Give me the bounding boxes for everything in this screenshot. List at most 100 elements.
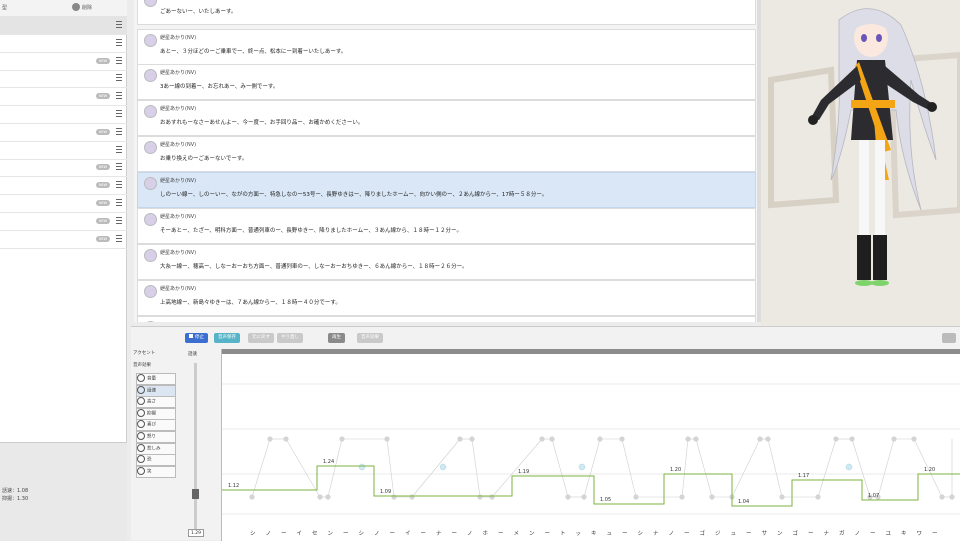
phoneme-label[interactable]: ッ <box>576 529 582 537</box>
phoneme-label[interactable]: ー <box>498 529 504 537</box>
phoneme-label[interactable]: ー <box>870 529 876 537</box>
stop-button[interactable]: 停止 <box>185 333 208 343</box>
menu-lines-icon[interactable] <box>116 216 122 224</box>
message-item[interactable]: 紲星あかり(NV) 3あー線の到着ー、お忘れあー、みー側でーす。 <box>137 64 756 100</box>
delete-icon[interactable] <box>72 3 80 11</box>
message-text[interactable]: 大糸ー線ー、穂高ー、しなーおーおち方面ー、普通列車のー、しなーおーおちゆきー、６… <box>160 262 468 270</box>
effect-item[interactable]: 怒り <box>136 431 176 443</box>
menu-lines-icon[interactable] <box>116 21 122 28</box>
accent-tab[interactable]: アクセント <box>133 349 175 359</box>
phoneme-label[interactable]: ー <box>390 529 396 537</box>
preset-row[interactable]: NEW <box>0 87 127 107</box>
effect-item[interactable]: 悲しみ <box>136 442 176 455</box>
phoneme-label[interactable]: サ <box>762 529 768 537</box>
message-item[interactable]: 紲星あかり(NV) ごあーないー、いたしあーす。 <box>137 0 756 25</box>
phoneme-label[interactable]: ー <box>545 529 551 537</box>
menu-lines-icon[interactable] <box>116 110 122 117</box>
phoneme-label[interactable]: ー <box>622 529 628 537</box>
preset-row[interactable]: NEW <box>0 158 127 178</box>
play-button[interactable]: 再生 <box>328 333 345 343</box>
phoneme-label[interactable]: シ <box>638 529 644 537</box>
preset-row[interactable]: NEW <box>0 230 127 249</box>
phoneme-label[interactable]: セ <box>312 529 318 537</box>
message-item[interactable] <box>137 316 756 322</box>
menu-lines-icon[interactable] <box>116 74 122 82</box>
menu-lines-icon[interactable] <box>116 163 122 171</box>
menu-lines-icon[interactable] <box>116 92 122 100</box>
message-text[interactable]: あとー、３分ほどのーご乗車でー、終ー点、松本にー到着ーいたしあーす。 <box>160 47 346 55</box>
message-text[interactable]: 3あー線の到着ー、お忘れあー、みー側でーす。 <box>160 82 278 90</box>
phoneme-label[interactable]: ー <box>808 529 814 537</box>
delete-label[interactable]: 削除 <box>82 4 92 11</box>
message-item[interactable]: 紲星あかり(NV) あとー、３分ほどのーご乗車でー、終ー点、松本にー到着ーいたしあ… <box>137 29 756 65</box>
phoneme-label[interactable]: ー <box>281 529 287 537</box>
message-text[interactable]: そーあとー、たざー、明科方面ー、普通列車のー、長野ゆきー、降りましたホームー、３… <box>160 226 462 234</box>
effect-item[interactable]: 音量 <box>136 373 176 385</box>
message-text[interactable]: ごあーないー、いたしあーす。 <box>160 7 236 15</box>
phoneme-label[interactable]: ュ <box>731 529 737 537</box>
effect-item[interactable]: 喜び <box>136 419 176 432</box>
preset-row[interactable] <box>0 69 127 89</box>
phoneme-label[interactable]: ナ <box>824 529 830 537</box>
preset-row[interactable] <box>0 16 127 35</box>
menu-lines-icon[interactable] <box>116 145 122 153</box>
save-audio-button[interactable]: 音声保存 <box>214 333 240 343</box>
phoneme-label[interactable]: ー <box>421 529 427 537</box>
preset-row[interactable]: NEW <box>0 212 127 231</box>
phoneme-label[interactable]: ン <box>529 529 535 537</box>
effect-item[interactable]: 高さ <box>136 396 176 409</box>
message-item[interactable]: 紲星あかり(NV) 上高地線ー、新島々ゆきーは、７あん線からー、１８時ー４０分でー… <box>137 280 756 316</box>
phoneme-label[interactable]: ー <box>684 529 690 537</box>
phoneme-label[interactable]: ー <box>452 529 458 537</box>
menu-lines-icon[interactable] <box>116 199 122 206</box>
menu-lines-icon[interactable] <box>116 127 122 135</box>
preset-row[interactable] <box>0 105 127 124</box>
phoneme-label[interactable]: シ <box>250 529 256 537</box>
message-item[interactable]: 紲星あかり(NV) 大糸ー線ー、穂高ー、しなーおーおち方面ー、普通列車のー、しなー… <box>137 244 756 280</box>
phoneme-label[interactable]: キ <box>901 529 907 537</box>
phoneme-label[interactable]: イ <box>405 529 411 537</box>
phoneme-label[interactable]: ナ <box>436 529 442 537</box>
effect-item[interactable]: 抑揚 <box>136 407 176 420</box>
preset-row[interactable]: NEW <box>0 194 127 213</box>
message-text[interactable]: お乗り換えのーごあーないでーす。 <box>160 154 247 162</box>
preset-row[interactable]: NEW <box>0 52 127 71</box>
phoneme-label[interactable]: ノ <box>374 529 380 537</box>
phoneme-label[interactable]: ノ <box>669 529 675 537</box>
phoneme-label[interactable]: イ <box>297 529 303 537</box>
phoneme-label[interactable]: ー <box>343 529 349 537</box>
phoneme-label[interactable]: ュ <box>607 529 613 537</box>
voice-effect-tab[interactable]: 音声効果 <box>133 361 175 371</box>
phoneme-label[interactable]: ジ <box>715 529 721 537</box>
message-text[interactable]: しのーい線ー、しのーいー、ながの方面ー、特急しなのー53号ー、長野ゆきはー、降り… <box>160 190 547 198</box>
menu-lines-icon[interactable] <box>116 56 122 64</box>
phoneme-label[interactable]: ン <box>328 529 334 537</box>
graph-canvas[interactable]: 1.12 1.24 1.09 1.19 1.05 1.20 1.04 1.17 1.07 1.20 <box>222 354 960 532</box>
phoneme-label[interactable]: ノ <box>855 529 861 537</box>
speed-value-field[interactable]: 1.29 <box>188 529 204 537</box>
phoneme-label[interactable]: ユ <box>886 529 892 537</box>
preset-row[interactable] <box>0 141 127 160</box>
phoneme-label[interactable]: ナ <box>653 529 659 537</box>
pitch-graph[interactable]: 1.12 1.24 1.09 1.19 1.05 1.20 1.04 1.17 1.07 1.20… <box>221 349 960 541</box>
phoneme-label[interactable]: ゴ <box>700 529 706 537</box>
message-item[interactable]: 紲星あかり(NV) おあすれもーなさーあせんよー、今ー度ー、お手回り品ー、お確かめ… <box>137 100 756 136</box>
phoneme-label[interactable]: ワ <box>917 529 923 537</box>
message-item[interactable]: 紲星あかり(NV) しのーい線ー、しのーいー、ながの方面ー、特急しなのー53号ー、… <box>137 172 756 208</box>
panel-toggle-button[interactable] <box>942 333 956 343</box>
menu-lines-icon[interactable] <box>116 38 122 46</box>
preset-row[interactable]: NEW <box>0 123 127 142</box>
preset-row[interactable]: NEW <box>0 176 127 196</box>
phoneme-label[interactable]: ー <box>932 529 938 537</box>
speed-slider-track[interactable] <box>194 363 197 529</box>
message-item[interactable]: 紲星あかり(NV) そーあとー、たざー、明科方面ー、普通列車のー、長野ゆきー、降り… <box>137 208 756 244</box>
menu-lines-icon[interactable] <box>116 181 122 189</box>
phoneme-label[interactable]: キ <box>591 529 597 537</box>
phoneme-label[interactable]: ン <box>777 529 783 537</box>
settings-button[interactable]: 音声効果 <box>357 333 383 343</box>
effect-item[interactable]: 話速 <box>136 384 176 397</box>
effect-item[interactable]: 恐 <box>136 454 176 467</box>
phoneme-label[interactable]: ガ <box>839 529 845 537</box>
phoneme-label[interactable]: ト <box>560 529 566 537</box>
menu-lines-icon[interactable] <box>116 234 122 242</box>
